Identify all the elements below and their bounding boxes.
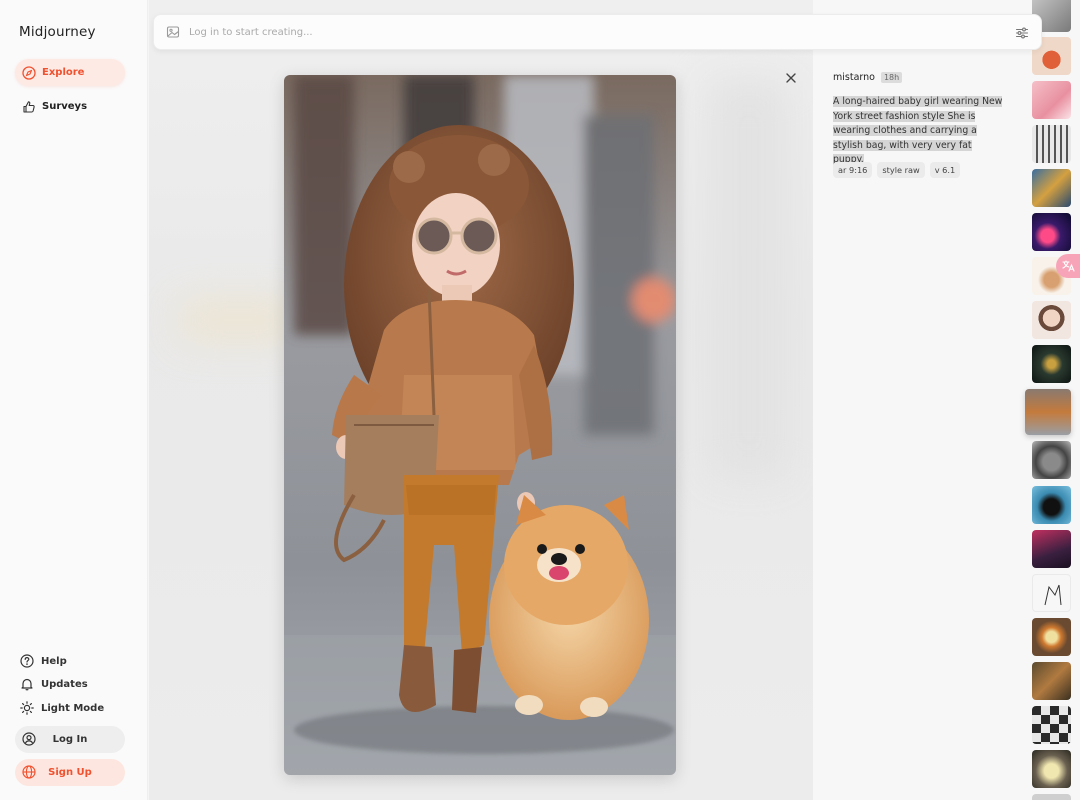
sun-icon (20, 701, 34, 715)
thumbnail[interactable] (1032, 662, 1071, 700)
nav-surveys-label: Surveys (42, 101, 88, 112)
author-row: mistarno 18h (833, 72, 903, 83)
backdrop-blur (179, 300, 299, 340)
nav-explore-label: Explore (42, 67, 85, 78)
thumbnail[interactable] (1032, 125, 1071, 163)
signup-button[interactable]: Sign Up (15, 759, 125, 786)
nav-surveys[interactable]: Surveys (15, 93, 125, 120)
light-mode-label: Light Mode (41, 702, 105, 714)
author-name[interactable]: mistarno (833, 72, 875, 83)
translate-extension-button[interactable] (1056, 254, 1080, 278)
thumbnail-selected[interactable] (1025, 389, 1071, 435)
thumbnail[interactable] (1032, 794, 1071, 800)
compass-icon (22, 65, 36, 80)
bell-icon (20, 677, 34, 691)
thumbnail[interactable] (1032, 530, 1071, 568)
prompt-bar (153, 14, 1042, 50)
help-label: Help (41, 655, 67, 667)
close-icon (786, 73, 796, 83)
globe-icon (22, 765, 36, 779)
thumbnail-sketch (1044, 584, 1062, 606)
sidebar: Midjourney Explore Surveys Help Updates … (0, 0, 148, 800)
thumbnail[interactable] (1032, 706, 1071, 744)
thumbs-up-icon (22, 100, 36, 114)
thumbnail[interactable] (1032, 81, 1071, 119)
help-icon (20, 654, 34, 668)
thumbnail[interactable] (1032, 169, 1071, 207)
main-image-graphic (284, 75, 676, 775)
close-button[interactable] (783, 70, 799, 86)
image-icon[interactable] (166, 25, 180, 39)
updates-link[interactable]: Updates (20, 677, 88, 691)
app-logo[interactable]: Midjourney (19, 24, 96, 40)
prompt-text[interactable]: A long-haired baby girl wearing New York… (833, 95, 1005, 168)
login-button[interactable]: Log In (15, 726, 125, 753)
settings-sliders-icon[interactable] (1015, 26, 1029, 40)
light-mode-toggle[interactable]: Light Mode (20, 701, 104, 715)
prompt-text-content: A long-haired baby girl wearing New York… (833, 96, 1003, 166)
backdrop-blur (709, 80, 789, 480)
nav-explore[interactable]: Explore (15, 59, 125, 86)
timestamp: 18h (880, 72, 903, 83)
thumbnail[interactable] (1032, 486, 1071, 524)
image-details-panel: mistarno 18h A long-haired baby girl wea… (813, 0, 1025, 800)
thumbnail[interactable] (1032, 750, 1071, 788)
tag-style[interactable]: style raw (877, 162, 925, 178)
thumbnail[interactable] (1032, 345, 1071, 383)
thumbnail[interactable] (1032, 301, 1071, 339)
thumbnail-strip (1025, 0, 1080, 800)
thumbnail[interactable] (1032, 441, 1071, 479)
thumbnail[interactable] (1032, 213, 1071, 251)
tag-version[interactable]: v 6.1 (929, 162, 961, 178)
tag-aspect-ratio[interactable]: ar 9:16 (833, 162, 873, 178)
user-circle-icon (22, 732, 36, 746)
updates-label: Updates (41, 678, 88, 690)
parameter-tags: ar 9:16 style raw v 6.1 (833, 162, 961, 178)
thumbnail[interactable] (1032, 618, 1071, 656)
prompt-input[interactable] (189, 26, 969, 38)
thumbnail[interactable] (1032, 574, 1071, 612)
translate-icon (1062, 260, 1075, 272)
main-image[interactable] (284, 75, 676, 775)
help-link[interactable]: Help (20, 654, 67, 668)
